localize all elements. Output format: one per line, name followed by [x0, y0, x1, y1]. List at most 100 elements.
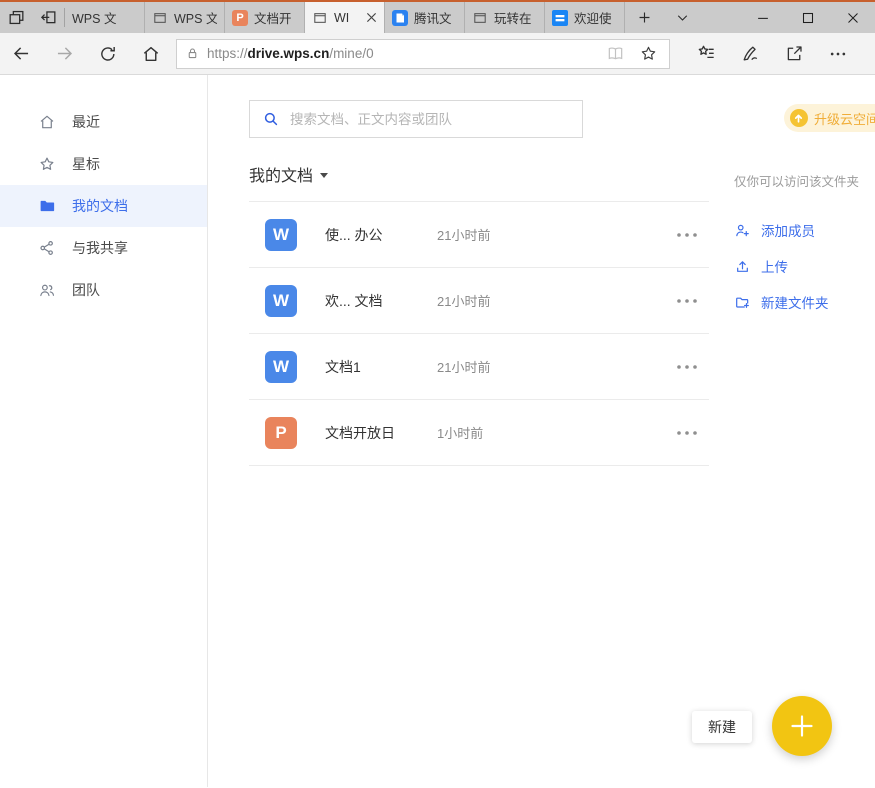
- titlebar-drag-area: [701, 2, 740, 33]
- tab-active-wps-drive[interactable]: WI: [305, 2, 385, 33]
- close-tab-icon[interactable]: [366, 12, 377, 23]
- browser-tab-bar: WPS 文 WPS 文 P 文档开 WI 腾讯文 玩转在 欢迎使: [0, 2, 875, 33]
- share-page-icon[interactable]: [772, 33, 816, 74]
- favorite-star-icon[interactable]: [635, 44, 661, 63]
- home-button-icon[interactable]: [129, 33, 172, 74]
- tabs-dropdown-button[interactable]: [663, 2, 701, 33]
- tab-label: 玩转在: [494, 12, 532, 26]
- upgrade-arrow-icon: [789, 109, 808, 127]
- folder-action-list: 添加成员 上传 新建文件夹: [709, 212, 875, 320]
- file-list: W 使... 办公 21小时前 W 欢... 文档 21小时前 W 文档1 21…: [249, 201, 709, 466]
- plus-icon: [789, 713, 815, 739]
- window-icon: [152, 10, 168, 26]
- new-folder-icon: [734, 294, 751, 311]
- file-modified-time: 21小时前: [437, 294, 491, 309]
- address-bar[interactable]: https://drive.wps.cn/mine/0: [176, 38, 670, 69]
- search-input[interactable]: [290, 111, 570, 127]
- file-row[interactable]: P 文档开放日 1小时前: [249, 400, 709, 466]
- wps-writer-icon: W: [265, 350, 297, 383]
- wps-presentation-icon: P: [232, 9, 248, 26]
- row-more-icon[interactable]: [677, 298, 697, 303]
- window-icon: [312, 10, 328, 26]
- upload-button[interactable]: 上传: [709, 248, 875, 284]
- maximize-button[interactable]: [785, 2, 830, 33]
- web-note-pen-icon[interactable]: [728, 33, 772, 74]
- tab-label: WPS 文: [72, 12, 117, 26]
- row-more-icon[interactable]: [677, 430, 697, 435]
- toolbar-right-group: [684, 33, 860, 74]
- tab-wps-1[interactable]: WPS 文: [65, 2, 145, 33]
- add-member-button[interactable]: 添加成员: [709, 212, 875, 248]
- chevron-down-icon: [320, 172, 329, 178]
- set-tabs-aside-icon[interactable]: [32, 2, 64, 33]
- tab-wanzhuan[interactable]: 玩转在: [465, 2, 545, 33]
- file-row[interactable]: W 使... 办公 21小时前: [249, 202, 709, 268]
- sidebar-item-label: 最近: [72, 114, 100, 130]
- close-window-button[interactable]: [830, 2, 875, 33]
- page-title: 我的文档: [249, 168, 314, 185]
- row-more-icon[interactable]: [677, 364, 697, 369]
- back-icon[interactable]: [0, 33, 43, 74]
- tab-label: WPS 文: [174, 12, 217, 26]
- wps-presentation-icon: P: [265, 416, 297, 449]
- welcome-page-icon: [552, 9, 568, 26]
- file-modified-time: 21小时前: [437, 228, 491, 243]
- wps-writer-icon: W: [265, 284, 297, 317]
- sidebar-item-label: 与我共享: [72, 240, 128, 256]
- refresh-icon[interactable]: [86, 33, 129, 74]
- folder-access-note: 仅你可以访问该文件夹: [734, 175, 860, 189]
- action-label: 新建文件夹: [761, 296, 829, 311]
- wps-writer-icon: W: [265, 218, 297, 251]
- new-folder-button[interactable]: 新建文件夹: [709, 284, 875, 320]
- url-text[interactable]: https://drive.wps.cn/mine/0: [207, 46, 595, 61]
- action-label: 上传: [761, 260, 788, 275]
- file-name: 文档1: [325, 358, 361, 375]
- search-bar[interactable]: [249, 100, 583, 138]
- upgrade-label: 升级云空间: [813, 111, 875, 127]
- create-new-fab[interactable]: [772, 696, 832, 756]
- tab-label: 欢迎使: [574, 12, 612, 26]
- forward-icon[interactable]: [43, 33, 86, 74]
- file-modified-time: 1小时前: [437, 426, 484, 441]
- tab-wps-2[interactable]: WPS 文: [145, 2, 225, 33]
- sidebar-item-starred[interactable]: 星标: [0, 143, 207, 185]
- new-tooltip: 新建: [692, 711, 752, 743]
- tab-label: WI: [334, 10, 350, 25]
- tab-preview-icon[interactable]: [0, 2, 32, 33]
- home-icon: [38, 113, 56, 131]
- star-icon: [38, 155, 56, 173]
- add-member-icon: [734, 222, 751, 239]
- file-name: 欢... 文档: [325, 292, 383, 309]
- tab-label: 文档开: [254, 12, 292, 26]
- wps-drive-page: 最近 星标 我的文档 与我共享 团队 我的文档: [0, 75, 875, 787]
- window-icon: [472, 10, 488, 26]
- more-actions-icon[interactable]: [816, 33, 860, 74]
- tab-welcome[interactable]: 欢迎使: [545, 2, 625, 33]
- favorites-hub-icon[interactable]: [684, 33, 728, 74]
- sidebar-item-label: 我的文档: [72, 198, 128, 214]
- sidebar-item-teams[interactable]: 团队: [0, 269, 207, 311]
- folder-icon: [38, 197, 56, 215]
- file-area: 我的文档 W 使... 办公 21小时前 W 欢... 文档 21小时前 W 文…: [208, 75, 709, 787]
- browser-toolbar: https://drive.wps.cn/mine/0: [0, 33, 875, 75]
- tab-tencent-docs[interactable]: 腾讯文: [385, 2, 465, 33]
- tencent-docs-icon: [392, 9, 408, 26]
- upgrade-cloud-space-button[interactable]: 升级云空间: [783, 104, 875, 132]
- search-icon: [262, 110, 280, 128]
- new-tab-button[interactable]: [625, 2, 663, 33]
- sidebar-item-shared-with-me[interactable]: 与我共享: [0, 227, 207, 269]
- upload-icon: [734, 258, 751, 275]
- folder-title-dropdown[interactable]: 我的文档: [249, 162, 709, 186]
- sidebar-item-label: 星标: [72, 156, 100, 172]
- tab-wps-presentation[interactable]: P 文档开: [225, 2, 305, 33]
- row-more-icon[interactable]: [677, 232, 697, 237]
- minimize-button[interactable]: [740, 2, 785, 33]
- file-name: 使... 办公: [325, 226, 383, 243]
- reading-view-icon[interactable]: [602, 44, 628, 63]
- file-row[interactable]: W 欢... 文档 21小时前: [249, 268, 709, 334]
- sidebar: 最近 星标 我的文档 与我共享 团队: [0, 75, 208, 787]
- file-row[interactable]: W 文档1 21小时前: [249, 334, 709, 400]
- sidebar-item-my-documents[interactable]: 我的文档: [0, 185, 207, 227]
- sidebar-item-label: 团队: [72, 282, 100, 298]
- sidebar-item-recent[interactable]: 最近: [0, 101, 207, 143]
